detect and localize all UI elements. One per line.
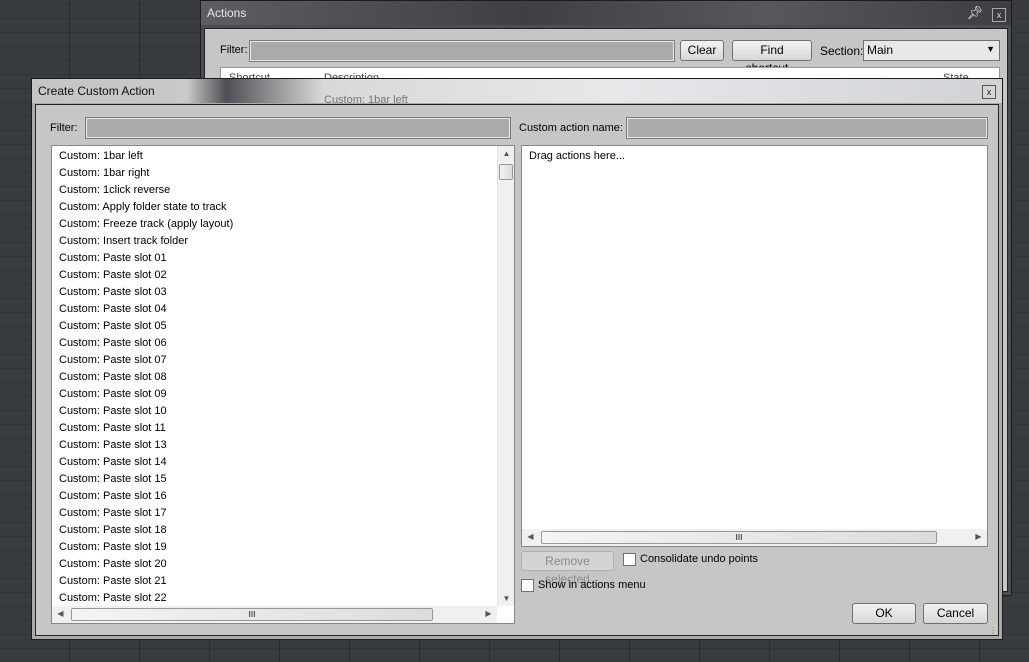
clear-button[interactable]: Clear	[680, 40, 724, 61]
drop-hint: Drag actions here...	[529, 150, 625, 162]
actions-close-button[interactable]: x	[992, 8, 1006, 22]
list-item[interactable]: Custom: Paste slot 05	[52, 318, 514, 335]
list-item[interactable]: Custom: 1click reverse	[52, 182, 514, 199]
list-item[interactable]: Custom: Paste slot 21	[52, 573, 514, 590]
list-item[interactable]: Custom: Paste slot 19	[52, 539, 514, 556]
section-label: Section:	[820, 44, 864, 58]
list-item[interactable]: Custom: Paste slot 06	[52, 335, 514, 352]
scroll-grip: III	[735, 533, 743, 542]
find-shortcut-button[interactable]: Find shortcut...	[732, 40, 812, 75]
section-dropdown[interactable]: Main ▼	[863, 40, 1000, 61]
list-item[interactable]: Custom: Paste slot 07	[52, 352, 514, 369]
list-item[interactable]: Custom: Paste slot 16	[52, 488, 514, 505]
section-value: Main	[867, 43, 894, 57]
create-custom-action-dialog: Create Custom Action x Filter: Custom ac…	[31, 78, 1003, 640]
actions-titlebar: Actions	[201, 1, 1011, 25]
list-item[interactable]: Custom: Paste slot 11	[52, 420, 514, 437]
list-item[interactable]: Custom: Paste slot 03	[52, 284, 514, 301]
list-item[interactable]: Custom: Paste slot 01	[52, 250, 514, 267]
list-item[interactable]: Custom: Paste slot 02	[52, 267, 514, 284]
steps-horizontal-scrollbar[interactable]: ◀ III ▶	[522, 529, 987, 546]
list-item[interactable]: Custom: Paste slot 17	[52, 505, 514, 522]
horizontal-scroll-thumb[interactable]: III	[541, 531, 937, 544]
list-item[interactable]: Custom: 1bar right	[52, 165, 514, 182]
list-item[interactable]: Custom: Paste slot 10	[52, 403, 514, 420]
cancel-button[interactable]: Cancel	[923, 603, 988, 624]
scroll-right-icon[interactable]: ▶	[970, 532, 987, 541]
custom-action-name-label: Custom action name:	[519, 122, 623, 134]
scroll-left-icon[interactable]: ◀	[52, 609, 69, 618]
list-item[interactable]: Custom: 1bar left	[52, 148, 514, 165]
scroll-down-icon[interactable]: ▼	[498, 594, 514, 603]
list-horizontal-scrollbar[interactable]: ◀ III ▶	[52, 606, 497, 623]
dialog-filter-input[interactable]	[85, 117, 511, 139]
scroll-left-icon[interactable]: ◀	[522, 532, 539, 541]
actions-filter-input[interactable]	[249, 40, 675, 62]
resize-grip-icon[interactable]: ⋮	[989, 626, 997, 635]
custom-action-name-input[interactable]	[626, 117, 988, 139]
horizontal-scroll-thumb[interactable]: III	[71, 608, 433, 621]
consolidate-undo-checkbox[interactable]	[623, 553, 636, 566]
custom-action-steps-list[interactable]: Drag actions here... ◀ III ▶	[521, 145, 988, 547]
scroll-grip: III	[248, 610, 256, 619]
list-item[interactable]: Custom: Paste slot 13	[52, 437, 514, 454]
chevron-down-icon: ▼	[986, 44, 995, 54]
dialog-titlebar: Create Custom Action	[32, 79, 1002, 103]
actions-filter-label: Filter:	[220, 44, 248, 56]
show-in-menu-label: Show in actions menu	[538, 579, 646, 591]
ok-button[interactable]: OK	[852, 603, 916, 624]
list-item[interactable]: Custom: Paste slot 20	[52, 556, 514, 573]
dialog-close-button[interactable]: x	[982, 85, 996, 99]
list-item[interactable]: Custom: Freeze track (apply layout)	[52, 216, 514, 233]
dialog-title: Create Custom Action	[38, 84, 155, 98]
list-item[interactable]: Custom: Insert track folder	[52, 233, 514, 250]
dialog-client: Filter: Custom action name: Custom: 1bar…	[35, 104, 999, 636]
list-item[interactable]: Custom: Paste slot 08	[52, 369, 514, 386]
list-item[interactable]: Custom: Paste slot 15	[52, 471, 514, 488]
actions-row[interactable]: Custom: 1bar left	[324, 94, 408, 106]
scroll-right-icon[interactable]: ▶	[480, 609, 497, 618]
actions-title: Actions	[207, 6, 247, 20]
list-vertical-scrollbar[interactable]: ▲ ▼	[497, 146, 514, 606]
consolidate-undo-label: Consolidate undo points	[640, 553, 759, 565]
list-item[interactable]: Custom: Apply folder state to track	[52, 199, 514, 216]
actions-list-items: Custom: 1bar left Custom: 1bar right Custo…	[52, 146, 514, 607]
list-item[interactable]: Custom: Paste slot 18	[52, 522, 514, 539]
available-actions-list[interactable]: Custom: 1bar left Custom: 1bar right Custo…	[51, 145, 515, 624]
list-item[interactable]: Custom: Paste slot 04	[52, 301, 514, 318]
list-item[interactable]: Custom: Paste slot 14	[52, 454, 514, 471]
show-in-menu-checkbox[interactable]	[521, 579, 534, 592]
vertical-scroll-thumb[interactable]	[499, 164, 513, 180]
scroll-up-icon[interactable]: ▲	[498, 149, 514, 158]
dialog-filter-label: Filter:	[50, 122, 78, 134]
list-item[interactable]: Custom: Paste slot 09	[52, 386, 514, 403]
pin-icon[interactable]: 📌︎	[966, 5, 983, 21]
remove-selected-button[interactable]: Remove selected	[521, 551, 614, 586]
list-item[interactable]: Custom: Paste slot 22	[52, 590, 514, 607]
